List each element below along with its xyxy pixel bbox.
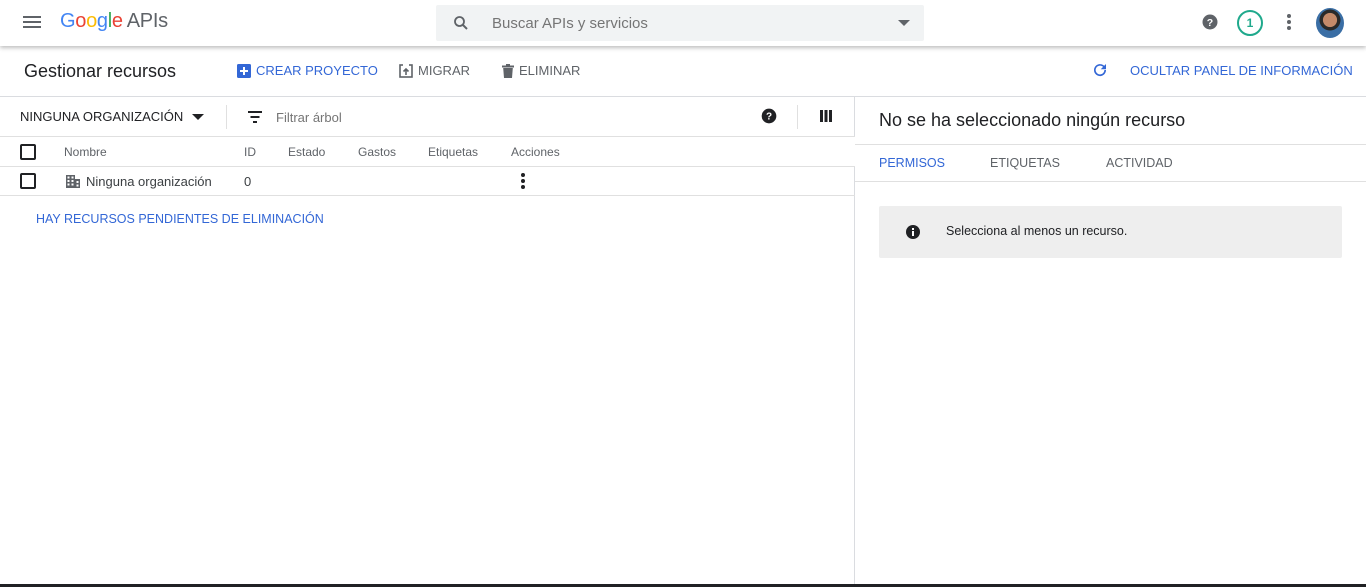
refresh-button[interactable]: [1091, 61, 1114, 79]
column-header-labels[interactable]: Etiquetas: [428, 145, 478, 159]
migrate-icon: [399, 63, 413, 78]
dropdown-arrow-icon: [192, 113, 205, 120]
hide-info-panel-button[interactable]: OCULTAR PANEL DE INFORMACIÓN: [1130, 63, 1353, 78]
column-header-actions: Acciones: [511, 145, 560, 159]
info-panel-tabs: PERMISOS ETIQUETAS ACTIVIDAD: [855, 144, 1366, 182]
svg-text:?: ?: [1207, 17, 1213, 29]
top-app-bar: GoogleAPIs ? 1: [0, 0, 1366, 46]
row-name: Ninguna organización: [86, 174, 212, 189]
create-project-button[interactable]: CREAR PROYECTO: [237, 63, 378, 78]
filter-bar: NINGUNA ORGANIZACIÓN ?: [0, 97, 855, 137]
page-title: Gestionar recursos: [24, 61, 177, 81]
filter-icon: [248, 111, 262, 123]
table-header: Nombre ID Estado Gastos Etiquetas Accion…: [0, 137, 855, 167]
info-message-box: Selecciona al menos un recurso.: [879, 206, 1342, 258]
row-actions-icon[interactable]: [520, 173, 526, 191]
column-header-costs[interactable]: Gastos: [358, 145, 396, 159]
svg-text:?: ?: [766, 112, 772, 123]
more-options-icon[interactable]: [1286, 14, 1292, 32]
search-box[interactable]: [436, 5, 924, 41]
info-panel-title: No se ha seleccionado ningún recurso: [879, 110, 1186, 130]
migrate-button[interactable]: MIGRAR: [399, 63, 470, 78]
divider: [226, 105, 227, 129]
info-panel: No se ha seleccionado ningún recurso PER…: [855, 97, 1366, 587]
refresh-icon: [1094, 64, 1107, 77]
tab-permissions[interactable]: PERMISOS: [879, 156, 945, 170]
add-box-icon: [237, 63, 251, 78]
google-apis-logo[interactable]: Google APIs: [60, 10, 168, 33]
column-header-name[interactable]: Nombre: [64, 145, 107, 159]
divider: [797, 105, 798, 129]
building-icon: [66, 175, 80, 188]
search-dropdown-icon[interactable]: [898, 20, 910, 26]
pending-deletion-link[interactable]: HAY RECURSOS PENDIENTES DE ELIMINACIÓN: [36, 212, 324, 226]
filter-tree-input[interactable]: [276, 105, 576, 129]
action-bar: Gestionar recursos CREAR PROYECTO MIGRAR…: [0, 46, 1366, 97]
notifications-badge[interactable]: 1: [1237, 10, 1263, 36]
help-icon[interactable]: ?: [1201, 13, 1219, 31]
help-icon[interactable]: ?: [761, 108, 777, 124]
avatar[interactable]: [1316, 8, 1344, 38]
column-header-status[interactable]: Estado: [288, 145, 325, 159]
tab-labels[interactable]: ETIQUETAS: [990, 156, 1060, 170]
search-input[interactable]: [492, 5, 872, 41]
search-icon: [454, 16, 468, 30]
row-checkbox[interactable]: [20, 173, 36, 189]
resource-tree-pane: NINGUNA ORGANIZACIÓN ? Nombre ID Estado …: [0, 97, 855, 587]
organization-selector[interactable]: NINGUNA ORGANIZACIÓN: [20, 109, 205, 124]
select-all-checkbox[interactable]: [20, 144, 36, 160]
hamburger-menu-icon[interactable]: [20, 13, 44, 33]
row-id: 0: [244, 174, 252, 189]
columns-icon[interactable]: [820, 110, 832, 122]
table-row[interactable]: Ninguna organización 0: [0, 167, 855, 196]
tab-activity[interactable]: ACTIVIDAD: [1106, 156, 1173, 170]
trash-icon: [502, 63, 514, 78]
delete-button[interactable]: ELIMINAR: [502, 63, 580, 78]
column-header-id[interactable]: ID: [244, 145, 256, 159]
info-icon: [906, 225, 920, 239]
info-message: Selecciona al menos un recurso.: [946, 224, 1128, 238]
